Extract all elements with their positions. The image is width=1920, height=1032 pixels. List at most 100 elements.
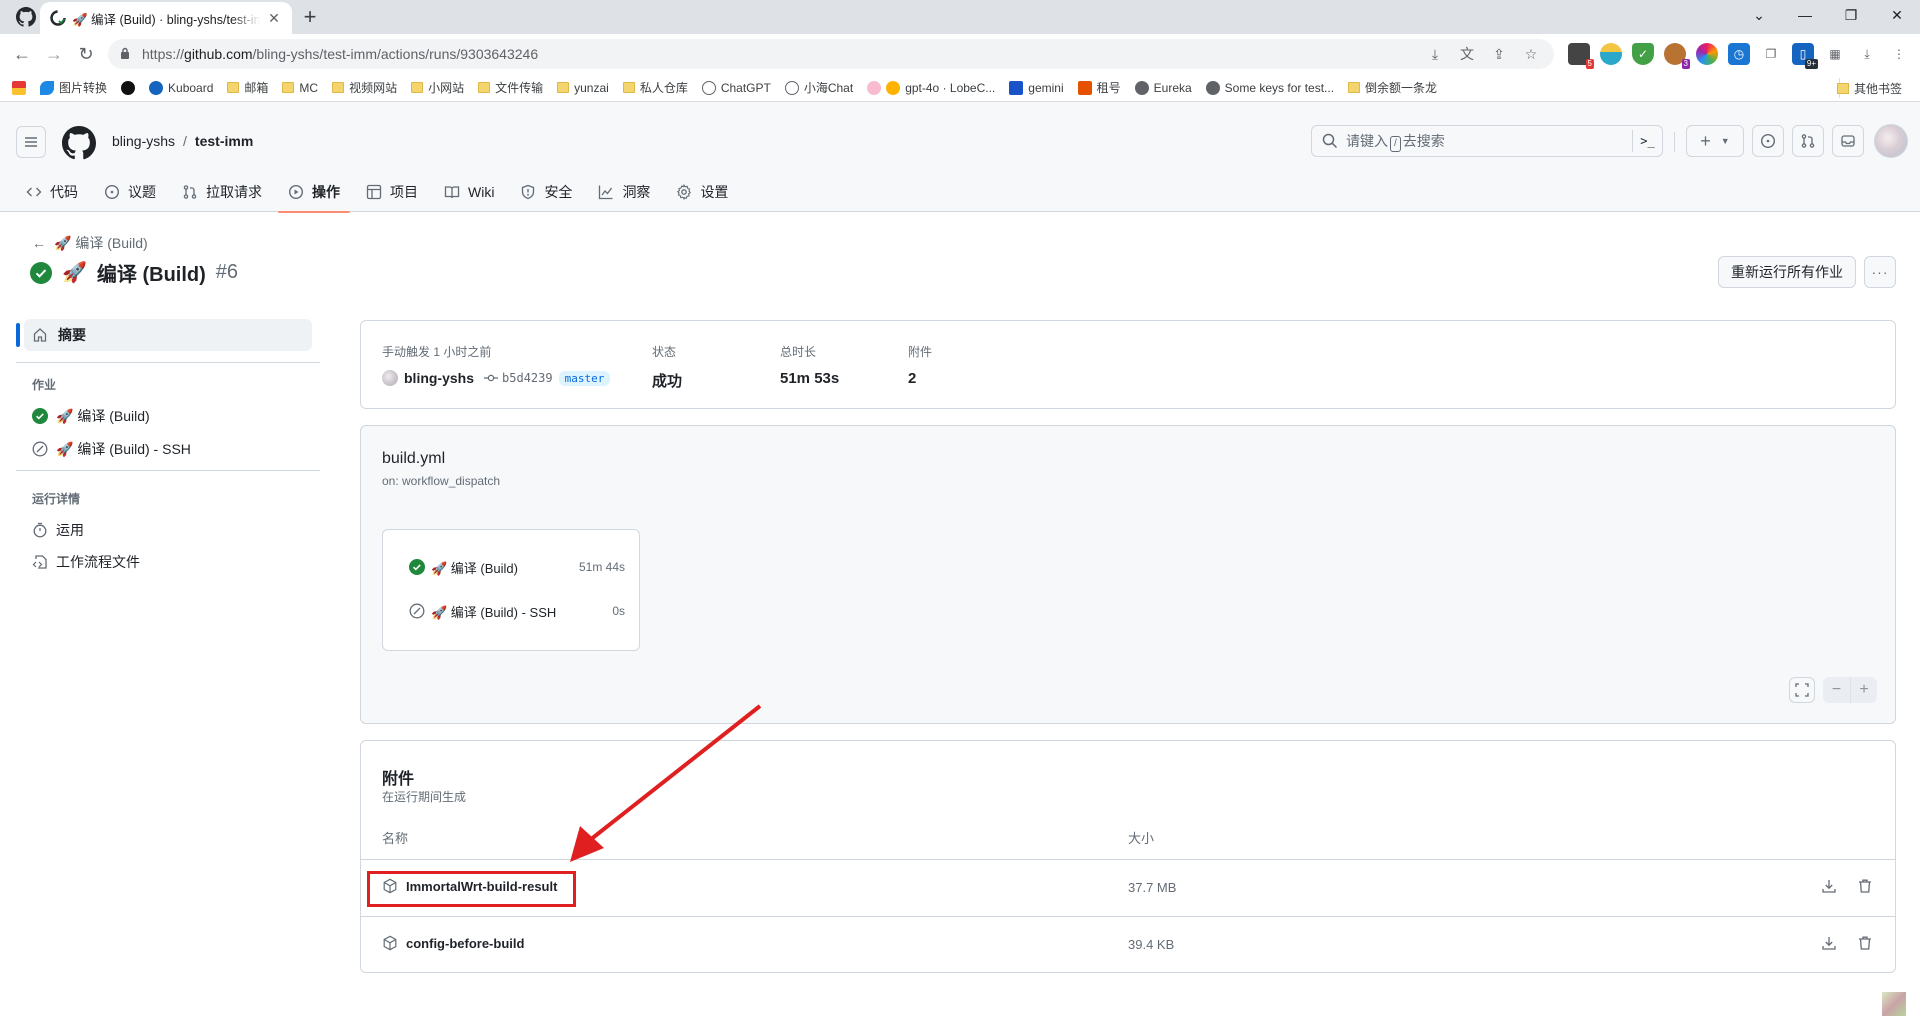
trash-icon[interactable] <box>1857 878 1873 894</box>
github-logo-icon[interactable] <box>62 126 96 160</box>
fullscreen-button[interactable] <box>1789 677 1815 703</box>
other-bookmarks[interactable]: 其他书签 <box>1836 80 1902 97</box>
bookmark-item[interactable]: Kuboard <box>149 80 213 95</box>
bookmarks-bar: 图片转换 Kuboard 邮箱 MC 视频网站 小网站 文件传输 yunzai … <box>0 74 1920 102</box>
browser-menu-icon[interactable]: ⋮ <box>1888 43 1910 65</box>
fullscreen-icon <box>1795 683 1809 697</box>
workflow-file-name[interactable]: build.yml <box>382 450 445 468</box>
tab-search-icon[interactable]: ⌄ <box>1736 0 1782 30</box>
sidebar-job-build-ssh[interactable]: 🚀 编译 (Build) - SSH <box>32 439 191 459</box>
bookmark-item[interactable]: 租号 <box>1077 79 1121 96</box>
sidebar-job-build[interactable]: 🚀 编译 (Build) <box>32 406 150 426</box>
download-icon[interactable] <box>1821 878 1837 894</box>
bookmark-item[interactable]: yunzai <box>557 81 609 95</box>
bookmark-item[interactable] <box>121 80 136 95</box>
tab-issues[interactable]: 议题 <box>94 172 166 212</box>
sidebar-item-usage[interactable]: 运用 <box>32 520 84 540</box>
rerun-all-jobs-button[interactable]: 重新运行所有作业 <box>1718 256 1856 288</box>
extensions-puzzle-icon[interactable]: ▦ <box>1824 43 1846 65</box>
trash-icon[interactable] <box>1857 935 1873 951</box>
job-label: 🚀 编译 (Build) <box>431 560 518 576</box>
url-text[interactable]: https://github.com/bling-yshs/test-imm/a… <box>142 46 538 62</box>
bookmark-item[interactable]: Some keys for test... <box>1205 80 1334 95</box>
bookmark-item[interactable]: 小海Chat <box>784 79 853 96</box>
install-app-icon[interactable]: ⤓ <box>1426 45 1444 63</box>
bookmark-item[interactable]: MC <box>282 81 318 95</box>
share-icon[interactable]: ⇪ <box>1490 45 1508 63</box>
history-extension-icon[interactable]: ◷ <box>1728 43 1750 65</box>
skipped-icon <box>409 603 425 619</box>
graph-zoom-controls: − + <box>1789 677 1877 703</box>
copy-extension-icon[interactable]: ❐ <box>1760 43 1782 65</box>
bookmark-item[interactable]: ChatGPT <box>701 80 771 95</box>
user-avatar[interactable] <box>1874 124 1908 158</box>
menu-hamburger-icon[interactable] <box>16 126 46 158</box>
tab-wiki[interactable]: Wiki <box>434 172 504 212</box>
close-window-icon[interactable]: ✕ <box>1874 0 1920 30</box>
bookmark-item[interactable]: 倒余额一条龙 <box>1348 79 1437 96</box>
bookmark-item[interactable] <box>12 80 26 95</box>
issues-button[interactable] <box>1752 125 1784 157</box>
bookmark-item[interactable]: Eureka <box>1134 80 1192 95</box>
zoom-out-button[interactable]: − <box>1823 677 1850 703</box>
tampermonkey-icon[interactable]: 3 <box>1664 43 1690 69</box>
github-pinned-tab-icon[interactable] <box>16 7 36 27</box>
graph-job-build[interactable]: 🚀 编译 (Build) 51m 44s <box>409 557 625 577</box>
bookmark-item[interactable]: 文件传输 <box>478 79 543 96</box>
bookmark-item[interactable]: 邮箱 <box>227 79 268 96</box>
tab-insights[interactable]: 洞察 <box>588 172 660 212</box>
bookmark-item[interactable]: 视频网站 <box>332 79 397 96</box>
success-check-icon <box>30 261 52 284</box>
browser-tab-active[interactable]: 🚀 编译 (Build) · bling-yshs/test-imm ✕ <box>40 2 292 34</box>
search-input[interactable]: 请键入 / 去搜索 >_ <box>1311 125 1663 157</box>
tab-actions[interactable]: 操作 <box>278 172 350 213</box>
bookmark-label: ChatGPT <box>720 80 771 95</box>
extension-camera-icon[interactable] <box>1696 43 1718 65</box>
artifacts-label: 附件 <box>908 345 933 359</box>
zoom-in-button[interactable]: + <box>1850 677 1877 703</box>
pull-requests-button[interactable] <box>1792 125 1824 157</box>
minimize-icon[interactable]: — <box>1782 0 1828 30</box>
commit-link[interactable]: b5d4239 <box>484 371 553 385</box>
tab-settings[interactable]: 设置 <box>666 172 738 212</box>
more-options-button[interactable]: ··· <box>1864 256 1896 288</box>
new-tab-button[interactable]: + <box>298 4 322 30</box>
bookmark-item[interactable]: gemini <box>1009 80 1064 95</box>
tab-security[interactable]: 安全 <box>510 172 582 212</box>
reload-icon[interactable]: ↻ <box>74 42 98 66</box>
actor-link[interactable]: bling-yshs <box>404 370 474 386</box>
create-new-button[interactable]: + ▼ <box>1686 125 1744 157</box>
bookmark-star-icon[interactable]: ☆ <box>1522 45 1540 63</box>
bookmark-item[interactable]: 图片转换 <box>40 79 107 96</box>
repo-owner-link[interactable]: bling-yshs <box>112 133 175 149</box>
back-to-workflow-link[interactable]: ← 🚀 编译 (Build) <box>32 233 148 253</box>
branch-badge[interactable]: master <box>558 370 611 386</box>
tab-pull-requests[interactable]: 拉取请求 <box>172 172 272 212</box>
extension-tab-icon[interactable]: ▯ 9+ <box>1792 43 1818 69</box>
extension-grid-icon[interactable]: 5 <box>1568 43 1594 69</box>
tab-close-icon[interactable]: ✕ <box>266 10 282 27</box>
restore-icon[interactable]: ❐ <box>1828 0 1874 30</box>
translate-icon[interactable]: 文 <box>1458 45 1476 63</box>
command-palette-icon[interactable]: >_ <box>1632 130 1662 152</box>
tab-projects[interactable]: 项目 <box>356 172 428 212</box>
artifact-link[interactable]: config-before-build <box>382 935 524 951</box>
sidebar-item-summary[interactable]: 摘要 <box>24 319 312 351</box>
bookmark-item[interactable]: 私人仓库 <box>622 79 688 96</box>
tab-code[interactable]: 代码 <box>16 172 88 212</box>
back-icon[interactable]: ← <box>10 42 34 66</box>
downloads-icon[interactable]: ⤓ <box>1856 43 1878 65</box>
extension-bowl-icon[interactable] <box>1600 43 1622 65</box>
graph-job-build-ssh[interactable]: 🚀 编译 (Build) - SSH 0s <box>409 601 625 621</box>
address-bar[interactable]: https://github.com/bling-yshs/test-imm/a… <box>108 39 1554 69</box>
sidebar-item-workflow-file[interactable]: 工作流程文件 <box>32 552 140 572</box>
pull-request-icon <box>1800 133 1816 149</box>
bookmark-item[interactable]: 小网站 <box>411 79 464 96</box>
inbox-button[interactable] <box>1832 125 1864 157</box>
download-icon[interactable] <box>1821 935 1837 951</box>
forward-icon[interactable]: → <box>42 42 66 66</box>
home-icon <box>32 327 48 343</box>
repo-name-link[interactable]: test-imm <box>195 133 253 149</box>
adguard-shield-icon[interactable]: ✓ <box>1632 43 1654 65</box>
bookmark-item[interactable]: gpt-4o · LobeC... <box>867 80 995 95</box>
